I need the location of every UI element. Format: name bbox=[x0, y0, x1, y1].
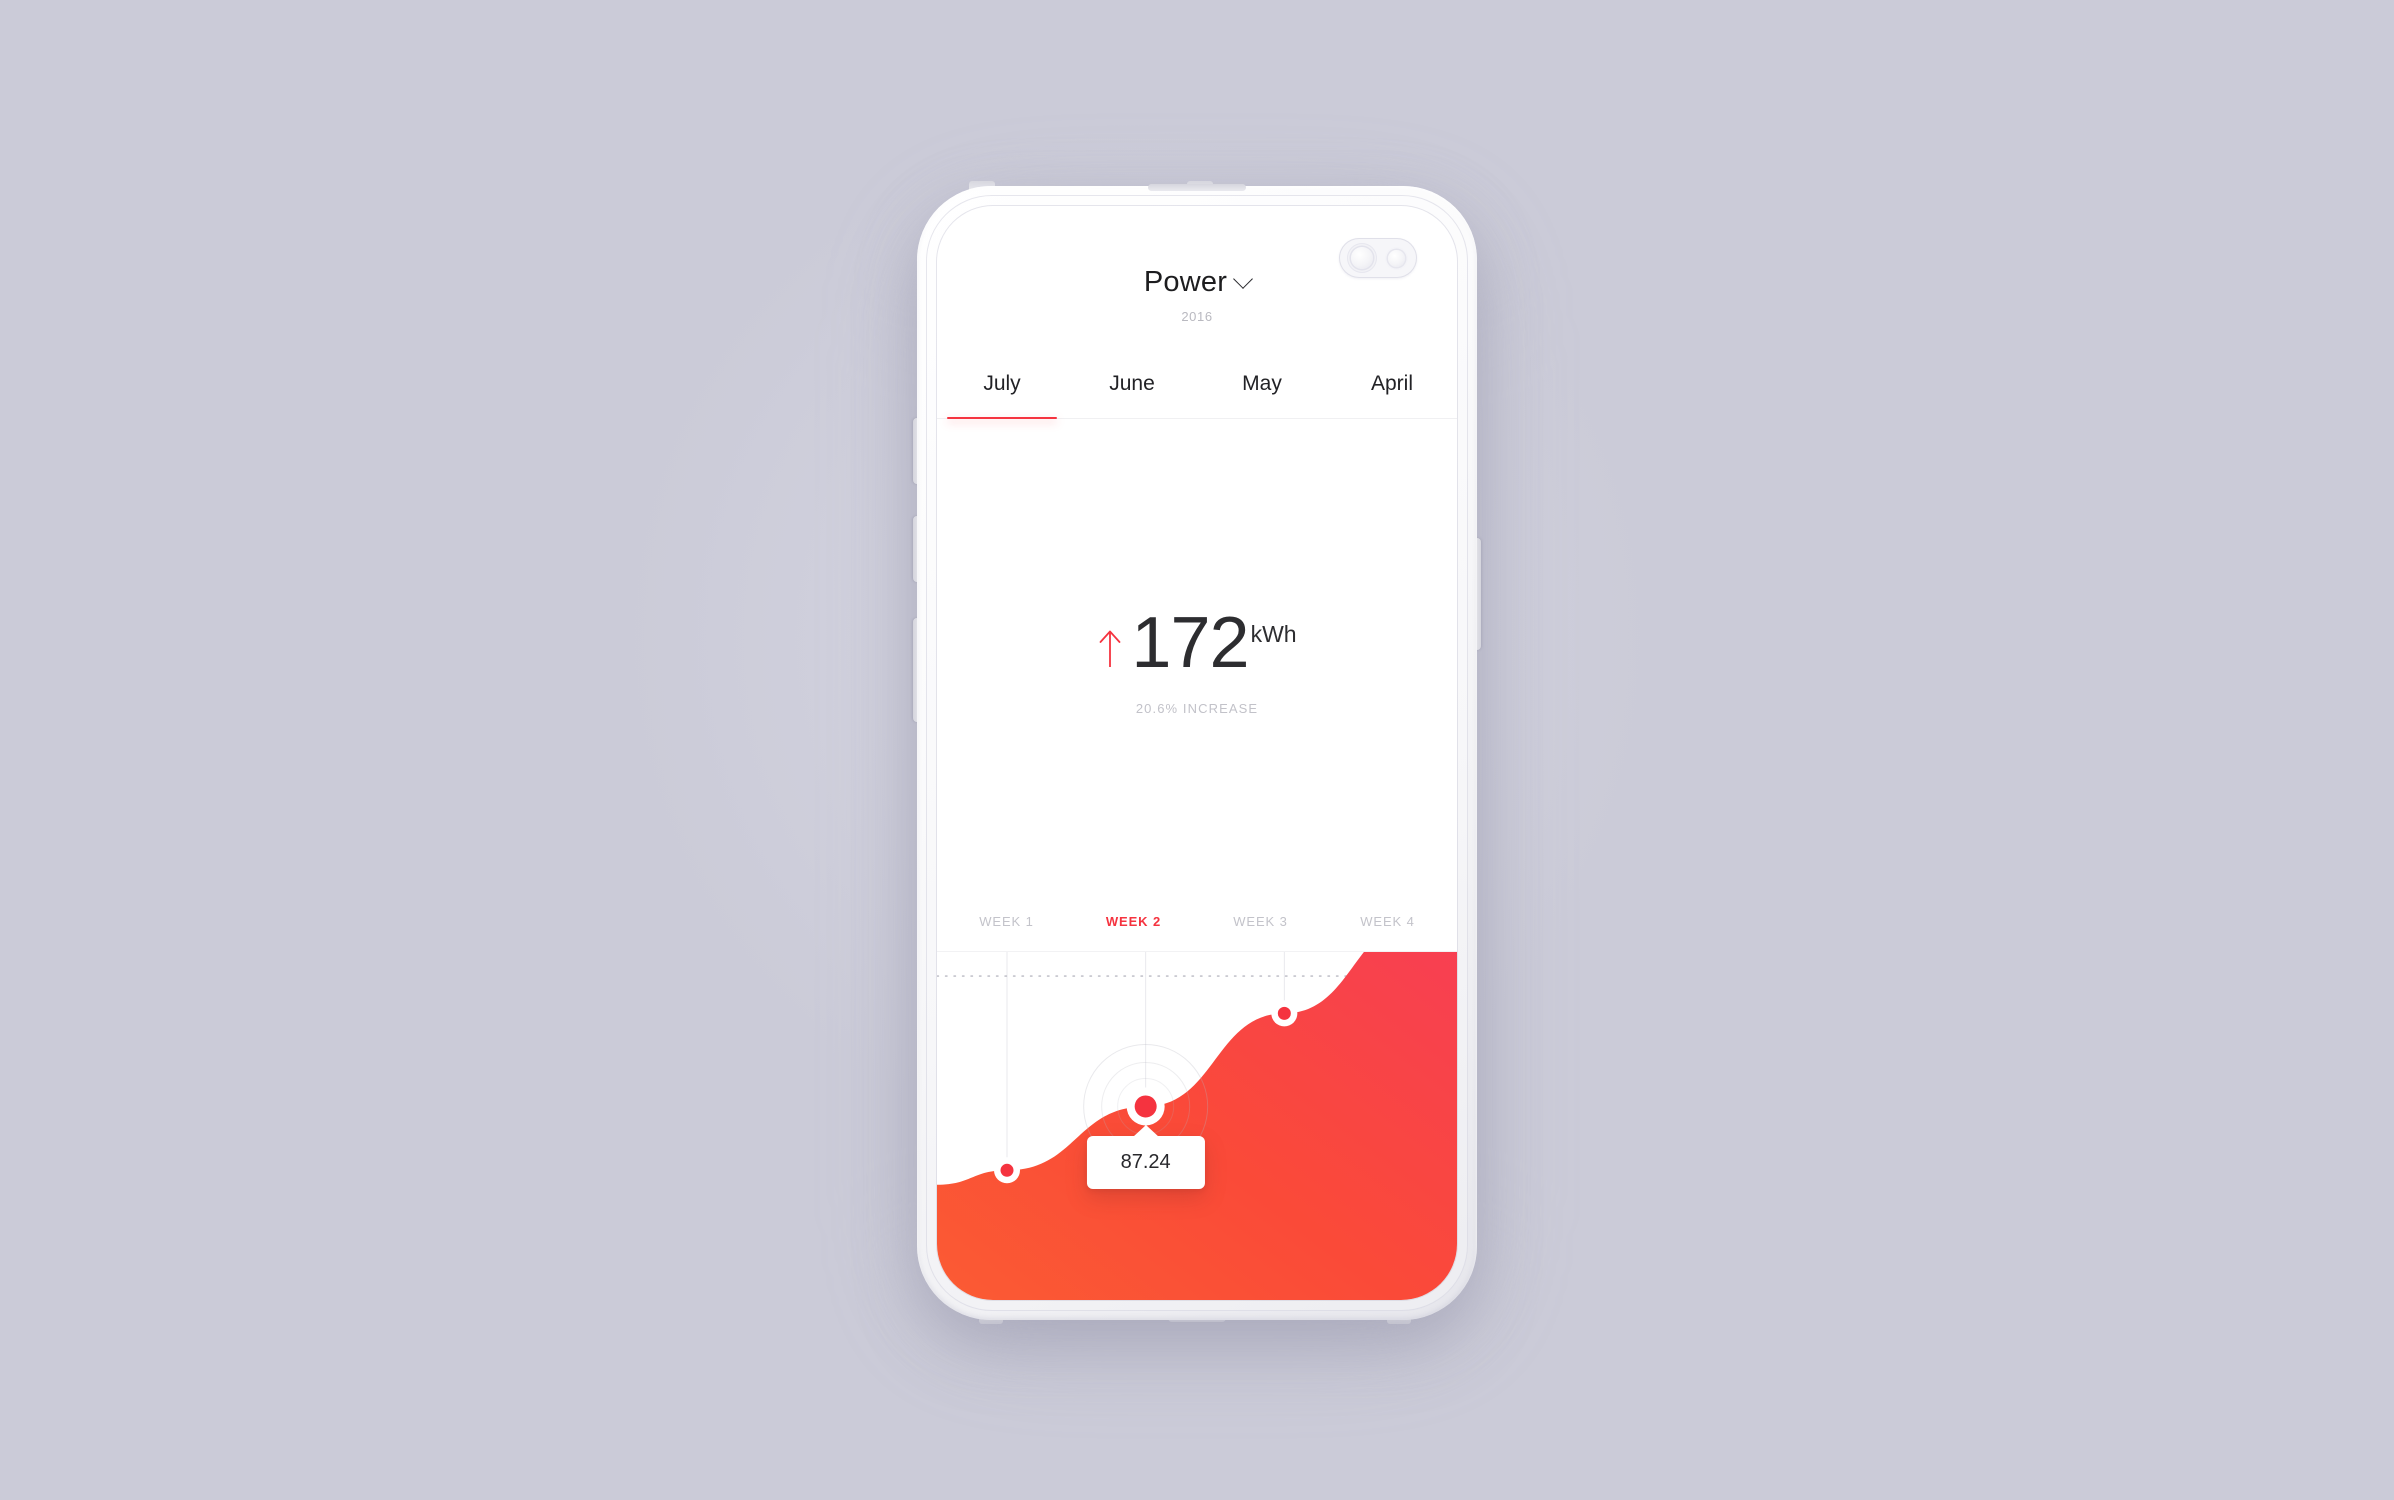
metric-value: 172 bbox=[1131, 603, 1249, 684]
phone-screen: Power 2016 July June May April 172 kWh 2… bbox=[937, 206, 1457, 1300]
chart-tooltip: 87.24 bbox=[1086, 1136, 1205, 1190]
app-title-dropdown[interactable]: Power bbox=[1143, 266, 1253, 298]
page-title: Power bbox=[1143, 266, 1228, 298]
week-tab-2[interactable]: WEEK 2 bbox=[1070, 914, 1197, 929]
camera-lens-secondary-icon bbox=[1387, 249, 1405, 267]
app-screen-content: Power 2016 July June May April 172 kWh 2… bbox=[937, 206, 1457, 1300]
chevron-down-icon[interactable] bbox=[1233, 268, 1253, 289]
earpiece-speaker bbox=[1148, 184, 1246, 191]
tab-july[interactable]: July bbox=[937, 362, 1067, 419]
tab-april[interactable]: April bbox=[1327, 362, 1457, 418]
week-tab-4[interactable]: WEEK 4 bbox=[1324, 914, 1451, 929]
year-label: 2016 bbox=[1181, 309, 1213, 324]
week-tab-bar: WEEK 1 WEEK 2 WEEK 3 WEEK 4 bbox=[937, 914, 1457, 951]
week-tab-3[interactable]: WEEK 3 bbox=[1197, 914, 1324, 929]
chart-svg bbox=[937, 952, 1457, 1300]
front-camera-cutout bbox=[1339, 238, 1417, 278]
tab-june[interactable]: June bbox=[1067, 362, 1197, 418]
arrow-up-icon bbox=[1097, 627, 1123, 674]
tab-may[interactable]: May bbox=[1197, 362, 1327, 418]
chart-tooltip-value: 87.24 bbox=[1120, 1151, 1171, 1174]
camera-lens-main-icon bbox=[1351, 247, 1374, 269]
usage-area-chart[interactable]: 87.24 bbox=[937, 951, 1457, 1300]
metric-summary: 172 kWh 20.6% INCREASE bbox=[937, 419, 1457, 914]
chart-area-fill bbox=[937, 952, 1457, 1300]
week-tab-1[interactable]: WEEK 1 bbox=[943, 914, 1070, 929]
metric-change-caption: 20.6% INCREASE bbox=[1135, 700, 1259, 716]
month-tab-bar: July June May April bbox=[937, 362, 1457, 419]
phone-device: Power 2016 July June May April 172 kWh 2… bbox=[913, 181, 1481, 1324]
metric-unit: kWh bbox=[1250, 621, 1297, 648]
metric-row: 172 kWh bbox=[1097, 603, 1297, 684]
